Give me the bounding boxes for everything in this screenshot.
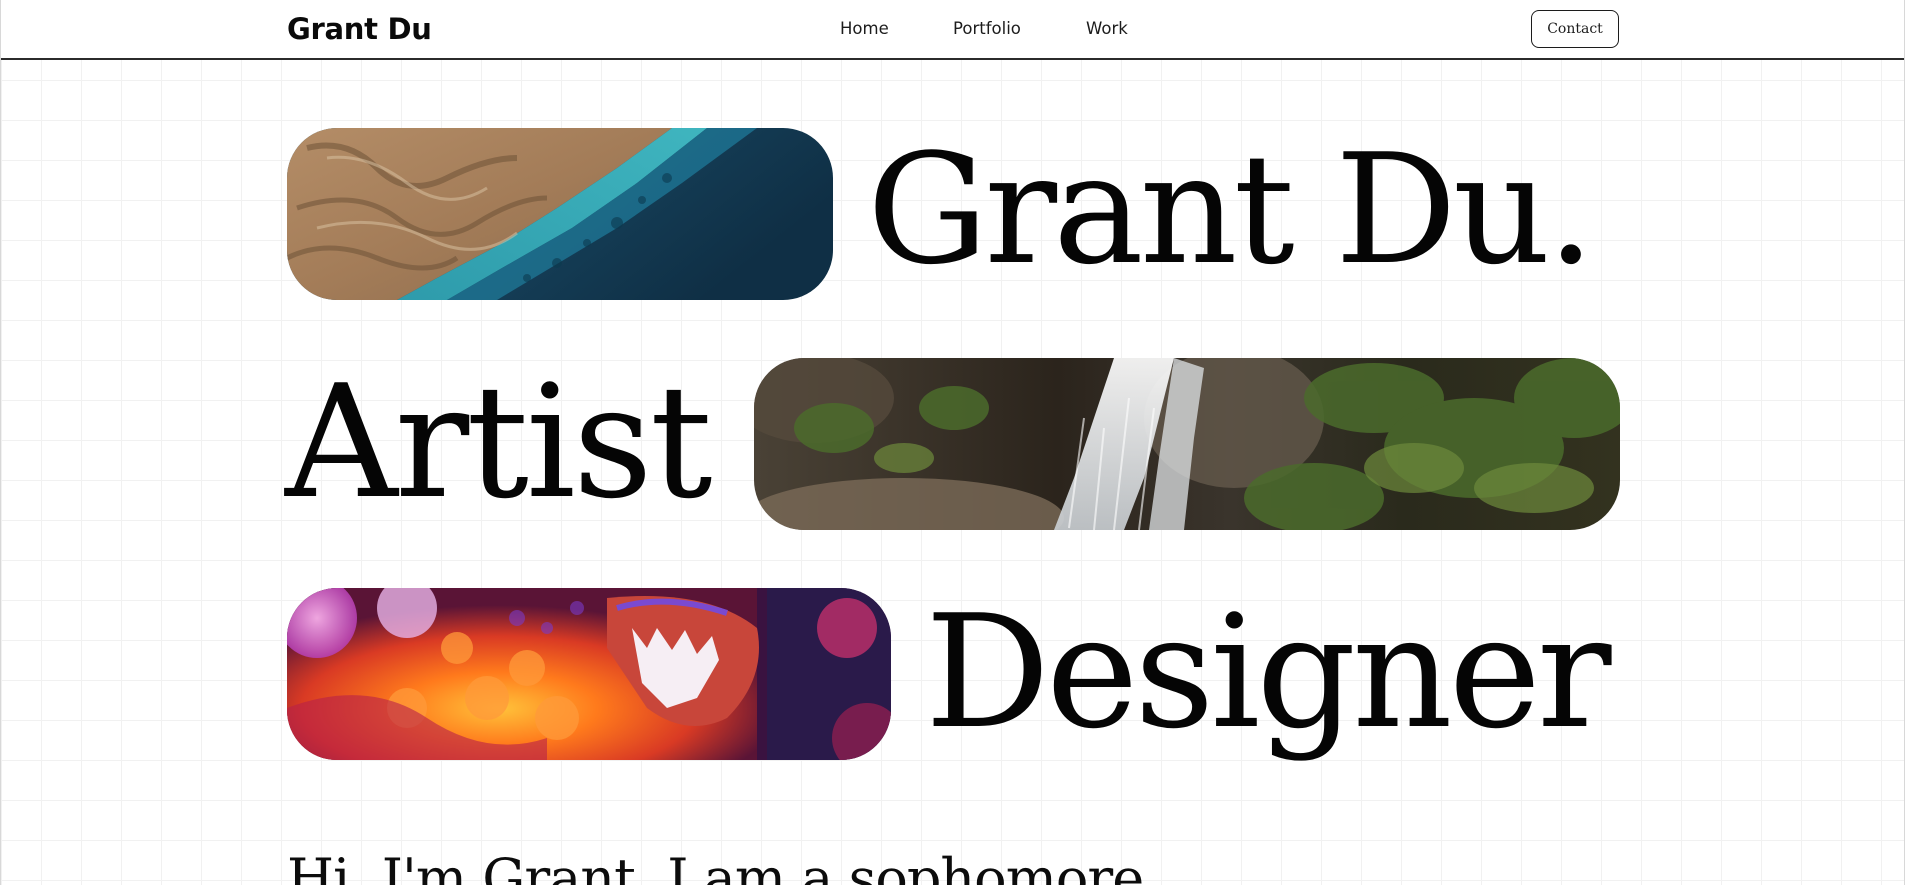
hero-title-artist: Artist	[285, 351, 713, 533]
nav-link-work[interactable]: Work	[1086, 18, 1128, 40]
contact-button[interactable]: Contact	[1531, 10, 1619, 48]
intro-heading: Hi, I'm Grant. I am a sophomore	[287, 847, 1144, 885]
nav-link-home[interactable]: Home	[840, 18, 889, 40]
navbar: Grant Du Home Portfolio Work Contact	[1, 0, 1904, 60]
brand-logo-link[interactable]: Grant Du	[287, 9, 432, 49]
coastline-aerial-image	[287, 128, 833, 300]
hero-title-designer: Designer	[925, 581, 1612, 763]
waterfall-photo	[754, 358, 1620, 530]
hero-title-name: Grant Du.	[867, 121, 1595, 298]
dragon-lantern-image	[287, 588, 891, 760]
coastline-aerial-photo	[287, 128, 833, 300]
waterfall-image	[754, 358, 1620, 530]
dragon-lantern-photo	[287, 588, 891, 760]
nav-link-portfolio[interactable]: Portfolio	[953, 18, 1021, 40]
